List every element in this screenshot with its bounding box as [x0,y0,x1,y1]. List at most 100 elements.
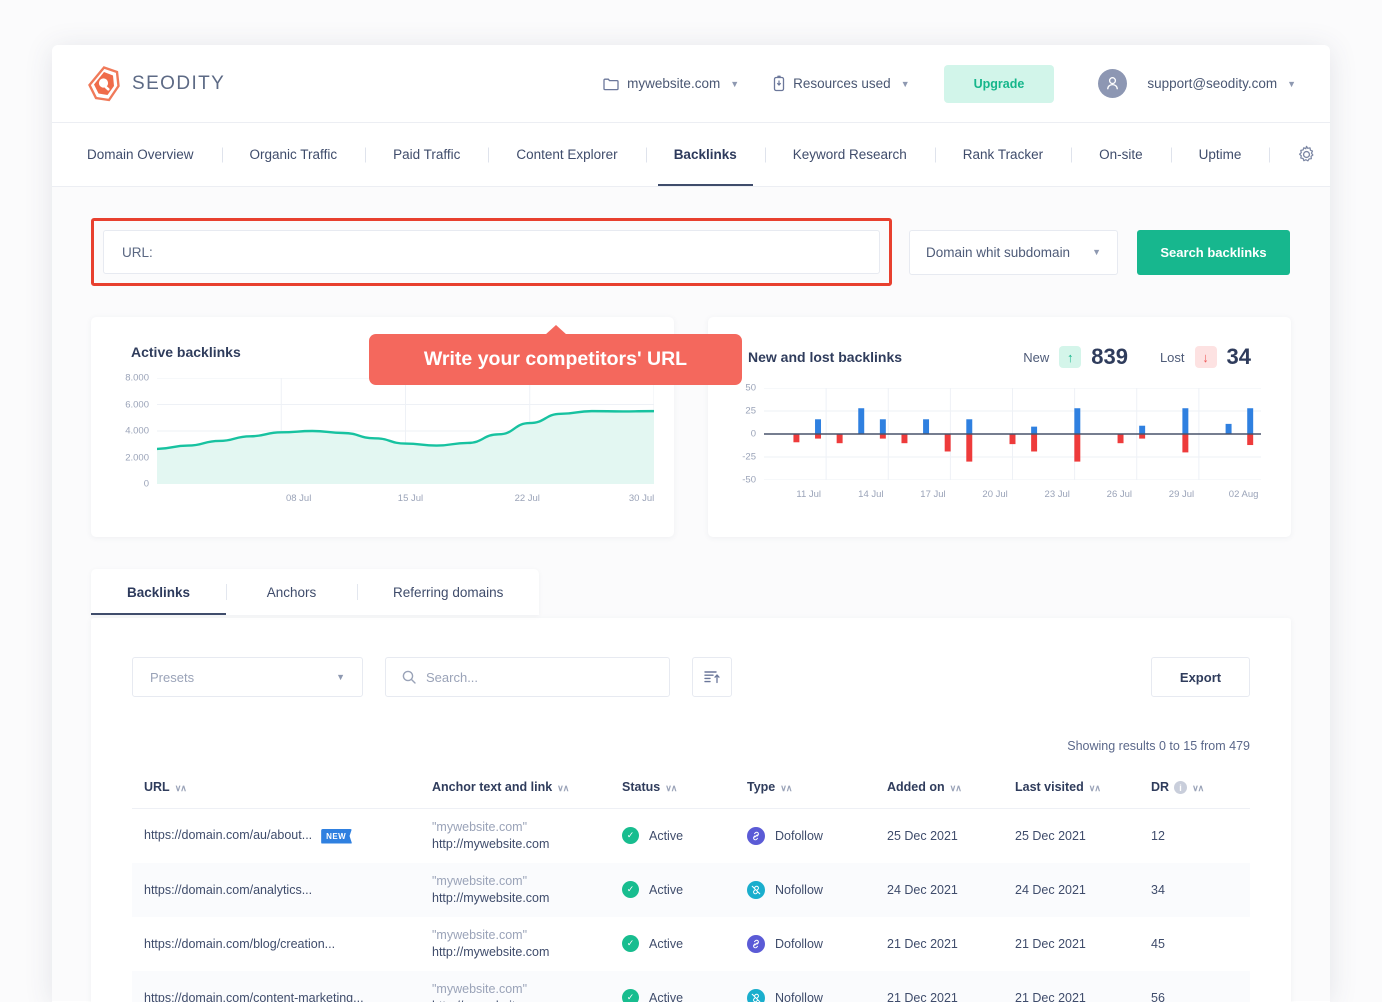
table-row[interactable]: https://domain.com/content-marketing... "… [132,970,1250,1002]
column-label: Last visited [1015,780,1084,795]
status-active-icon: ✓ [622,935,639,953]
seodity-logo-icon [87,65,121,102]
presets-select[interactable]: Presets ▼ [132,657,363,697]
table-header-row: URL ∨∧ Anchor text and link ∨∧ Status ∨∧ Ty… [132,767,1250,810]
nav-item-rank-tracker[interactable]: Rank Tracker [935,123,1071,186]
anchor-link[interactable]: http://mywebsite.com [432,945,612,959]
resources-used[interactable]: Resources used ▼ [773,75,910,92]
battery-icon [773,75,785,92]
tab-backlinks[interactable]: Backlinks [91,569,227,615]
anchor-text: "mywebsite.com" [432,820,528,835]
settings-button[interactable] [1269,123,1316,186]
y-axis-tick: 25 [745,405,756,417]
search-backlinks-button[interactable]: Search backlinks [1137,229,1290,275]
column-last-visited[interactable]: Last visited ∨∧ [1015,767,1151,810]
cell-url[interactable]: https://domain.com/blog/creation... [132,917,432,971]
tab-label: Anchors [266,584,317,600]
cell-anchor: "mywebsite.com" http://mywebsite.com [432,863,622,917]
chevron-down-icon: ▼ [900,78,910,89]
status-active-icon: ✓ [622,827,639,845]
x-axis-tick: 20 Jul [982,489,1008,500]
url-input[interactable] [103,230,880,274]
url-text: https://domain.com/analytics... [144,882,313,897]
y-axis-tick: -50 [742,474,756,486]
project-selector[interactable]: mywebsite.com ▼ [603,76,739,91]
column-url[interactable]: URL ∨∧ [132,767,432,810]
scope-select[interactable]: Domain whit subdomain ▼ [909,229,1118,275]
column-dr[interactable]: DR i ∨∧ [1151,767,1250,810]
url-text: https://domain.com/content-marketing... [144,990,364,1002]
nav-label: Backlinks [673,147,737,162]
x-axis-tick: 29 Jul [1168,489,1195,500]
top-bar: SEODITY mywebsite.com ▼ Resources used ▼… [52,45,1330,123]
type-label: Nofollow [775,990,823,1002]
x-axis-tick: 17 Jul [920,489,946,500]
y-axis-tick: 8.000 [125,372,149,384]
nav-item-on-site[interactable]: On-site [1071,123,1171,186]
arrow-up-icon: ↑ [1059,346,1082,368]
chevron-down-icon: ▼ [1287,78,1296,89]
y-axis-tick: 0 [750,428,756,440]
cell-type: Dofollow [747,917,887,971]
column-status[interactable]: Status ∨∧ [622,767,747,810]
nav-item-content-explorer[interactable]: Content Explorer [488,123,645,186]
anchor-text: "mywebsite.com" [432,874,528,889]
nofollow-icon [747,880,765,899]
table-row[interactable]: https://domain.com/analytics... "mywebsit… [132,862,1250,917]
anchor-link[interactable]: http://mywebsite.com [432,837,612,851]
nav-item-organic-traffic[interactable]: Organic Traffic [222,123,366,186]
cell-url[interactable]: https://domain.com/analytics... [132,863,432,917]
table-filters: Presets ▼ Search... Export [132,657,1250,697]
info-icon[interactable]: i [1174,781,1188,795]
table-search[interactable]: Search... [385,657,670,697]
nav-item-keyword-research[interactable]: Keyword Research [765,123,935,186]
y-axis-tick: -25 [742,451,756,463]
export-button[interactable]: Export [1151,657,1250,697]
anchor-text: "mywebsite.com" [432,928,528,943]
cell-dr: 12 [1151,828,1165,843]
new-lost-backlinks-plot: 50 25 0 -25 -50 11 Jul 14 Jul 17 Jul 20 Jul 23 J… [742,383,1261,500]
tab-anchors[interactable]: Anchors [226,569,357,615]
table-row[interactable]: https://domain.com/blog/creation... "mywe… [132,917,1250,971]
cell-dr: 45 [1151,936,1165,951]
tab-referring-domains[interactable]: Referring domains [357,569,539,615]
nav-item-backlinks[interactable]: Backlinks [646,123,765,186]
sort-ascending-icon[interactable] [692,657,732,697]
nav-item-uptime[interactable]: Uptime [1171,123,1270,186]
new-lost-backlinks-header: New and lost backlinks New ↑ 839 Lost ↓ … [708,344,1291,370]
cell-last-visited: 21 Dec 2021 [1015,936,1086,951]
page-content: Domain whit subdomain ▼ Search backlinks… [52,187,1330,1002]
sort-arrows-icon: ∨∧ [1192,783,1204,793]
y-axis-tick: 4.000 [125,425,149,437]
x-axis-tick: 30 Jul [628,493,655,504]
account-menu[interactable]: support@seodity.com ▼ [1098,69,1296,98]
status-label: Active [649,936,684,951]
sort-arrows-icon: ∨∧ [780,783,792,794]
cell-status: ✓ Active [622,917,747,971]
brand-name: SEODITY [132,72,226,94]
tooltip-callout: Write your competitors' URL [369,334,742,385]
dofollow-icon [747,826,765,845]
active-backlinks-plot: 0 2.000 4.000 6.000 8.000 08 Jul 15 Jul 22 Jul… [125,373,654,505]
nav-item-domain-overview[interactable]: Domain Overview [87,123,222,186]
column-label: Added on [887,780,945,795]
backlink-search-row: Domain whit subdomain ▼ Search backlinks [91,187,1291,286]
cell-url[interactable]: https://domain.com/au/about... NEW [132,809,432,863]
x-axis-tick: 11 Jul [796,489,822,500]
column-added-on[interactable]: Added on ∨∧ [887,767,1015,810]
cell-status: ✓ Active [622,809,747,863]
url-input-highlight [91,218,892,286]
anchor-link[interactable]: http://mywebsite.com [432,891,612,905]
upgrade-button[interactable]: Upgrade [943,64,1055,103]
column-anchor[interactable]: Anchor text and link ∨∧ [432,767,622,810]
status-active-icon: ✓ [622,989,639,1002]
tab-label: Backlinks [127,584,191,600]
nav-label: Paid Traffic [393,147,461,162]
nav-label: Keyword Research [792,147,907,162]
table-header: URL ∨∧ Anchor text and link ∨∧ Status ∨∧ Ty… [132,767,1250,810]
cell-url[interactable]: https://domain.com/content-marketing... [132,971,432,1002]
table-row[interactable]: https://domain.com/au/about... NEW "mywebs… [132,809,1250,863]
column-type[interactable]: Type ∨∧ [747,767,887,810]
nav-item-paid-traffic[interactable]: Paid Traffic [365,123,488,186]
brand-logo[interactable]: SEODITY [87,65,226,102]
